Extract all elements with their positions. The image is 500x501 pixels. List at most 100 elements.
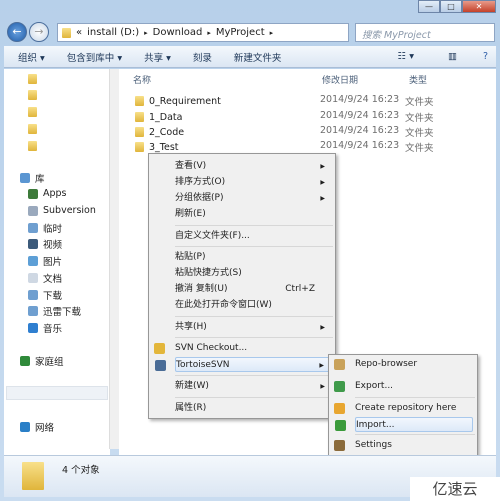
breadcrumb-download[interactable]: Download — [153, 27, 203, 38]
nav-item[interactable]: 下载 — [28, 288, 62, 302]
view-icon[interactable]: ☷ ▾ — [398, 51, 414, 62]
watermark: 亿速云 — [410, 477, 500, 501]
menu-item[interactable]: Import... — [335, 417, 473, 432]
breadcrumb-separator[interactable]: ▸ — [270, 29, 274, 37]
menu-separator — [175, 397, 333, 398]
folder-icon[interactable] — [28, 124, 37, 134]
nav-item[interactable]: 文档 — [28, 271, 62, 285]
folder-icon[interactable] — [28, 74, 37, 84]
nav-item[interactable]: Apps — [28, 188, 67, 199]
minimize-button[interactable]: — — [418, 0, 440, 13]
nav-item[interactable]: 家庭组 — [20, 354, 64, 368]
burn-button[interactable]: 刻录 — [193, 50, 212, 64]
preview-pane-icon[interactable]: ▥ — [448, 51, 457, 62]
back-button[interactable]: ← — [7, 22, 27, 42]
menu-item-label: 新建(W) — [175, 381, 209, 391]
organize-button[interactable]: 组织 ▾ — [18, 50, 45, 64]
menu-item[interactable]: 共享(H) ▶ — [175, 320, 331, 335]
folder-icon — [135, 127, 144, 137]
file-type: 文件夹 — [405, 113, 434, 124]
menu-item-icon — [154, 343, 165, 354]
nav-icon — [28, 306, 38, 316]
search-input[interactable]: 搜索 MyProject — [355, 23, 495, 42]
menu-item[interactable]: Settings — [334, 438, 473, 453]
menu-item[interactable]: 在此处打开命令窗口(W) — [175, 298, 331, 313]
nav-icon — [20, 173, 30, 183]
nav-item[interactable]: 网络 — [20, 420, 54, 434]
breadcrumb-separator[interactable]: ▸ — [207, 29, 211, 37]
menu-item-label: 自定义文件夹(F)... — [175, 231, 250, 241]
nav-label: 库 — [35, 174, 45, 185]
nav-item[interactable]: 音乐 — [28, 321, 62, 335]
folder-icon — [135, 142, 144, 152]
nav-icon — [28, 290, 38, 300]
help-icon[interactable]: ? — [483, 51, 488, 62]
file-name: 0_Requirement — [149, 95, 221, 107]
nav-item[interactable]: Subversion — [28, 205, 96, 216]
menu-item[interactable]: 撤消 复制(U) Ctrl+Z — [175, 282, 331, 297]
nav-label: 网络 — [35, 423, 55, 434]
include-library-button[interactable]: 包含到库中 ▾ — [67, 50, 122, 64]
address-bar[interactable]: « install (D:) ▸ Download ▸ MyProject ▸ — [57, 23, 349, 42]
forward-button[interactable]: → — [29, 22, 49, 42]
close-button[interactable]: ✕ — [462, 0, 496, 13]
menu-item[interactable]: 分组依据(P) ▶ — [175, 191, 331, 206]
folder-icon[interactable] — [28, 90, 37, 100]
menu-item-label: 分组依据(P) — [175, 193, 224, 203]
nav-item[interactable]: 库 — [20, 171, 45, 185]
nav-item[interactable]: 迅雷下载 — [28, 304, 81, 318]
nav-scrollbar[interactable] — [109, 69, 119, 449]
menu-item[interactable]: SVN Checkout... — [154, 341, 331, 356]
menu-item[interactable]: 刷新(E) — [175, 207, 331, 222]
nav-label: Subversion — [43, 205, 96, 216]
share-button[interactable]: 共享 ▾ — [144, 50, 171, 64]
menu-item-label: 在此处打开命令窗口(W) — [175, 300, 272, 310]
file-row[interactable]: 2_Code 2014/9/24 16:23 文件夹 — [135, 125, 485, 139]
menu-item-label: 共享(H) — [175, 322, 207, 332]
maximize-button[interactable]: □ — [440, 0, 462, 13]
file-row[interactable]: 0_Requirement 2014/9/24 16:23 文件夹 — [135, 94, 485, 108]
menu-item-label: Repo-browser — [355, 359, 418, 369]
nav-item[interactable]: 临时 — [28, 221, 62, 235]
menu-item[interactable]: Repo-browser — [334, 357, 473, 372]
menu-item[interactable]: Export... — [334, 379, 473, 394]
nav-icon — [28, 323, 38, 333]
menu-separator — [175, 225, 333, 226]
new-folder-button[interactable]: 新建文件夹 — [234, 50, 282, 64]
nav-item[interactable]: 视频 — [28, 237, 62, 251]
nav-label: 下载 — [43, 291, 63, 302]
menu-item[interactable]: 新建(W) ▶ — [175, 379, 331, 394]
file-name: 3_Test — [149, 141, 179, 153]
menu-item[interactable]: 排序方式(O) ▶ — [175, 175, 331, 190]
menu-item-label: 属性(R) — [175, 403, 207, 413]
menu-item[interactable]: 属性(R) — [175, 401, 331, 416]
nav-label: Apps — [43, 188, 67, 199]
submenu-arrow-icon: ▶ — [320, 383, 325, 390]
menu-separator — [175, 337, 333, 338]
menu-item[interactable]: 粘贴(P) — [175, 250, 331, 265]
menu-separator — [175, 375, 333, 376]
nav-icon — [28, 223, 38, 233]
menu-item[interactable]: 粘贴快捷方式(S) — [175, 266, 331, 281]
menu-item[interactable]: Create repository here — [334, 401, 473, 416]
menu-separator — [175, 246, 333, 247]
menu-item[interactable]: TortoiseSVN ▶ — [155, 357, 331, 372]
nav-label: 图片 — [43, 257, 63, 268]
menu-item[interactable]: 查看(V) ▶ — [175, 159, 331, 174]
nav-item[interactable]: 图片 — [28, 254, 62, 268]
menu-item[interactable]: 自定义文件夹(F)... — [175, 229, 331, 244]
submenu-arrow-icon: ▶ — [320, 179, 325, 186]
file-row[interactable]: 3_Test 2014/9/24 16:23 文件夹 — [135, 140, 485, 154]
breadcrumb-myproject[interactable]: MyProject — [216, 27, 265, 38]
menu-item-label: Create repository here — [355, 403, 457, 413]
column-name[interactable]: 名称 — [133, 73, 151, 86]
file-date: 2014/9/24 16:23 — [320, 94, 400, 105]
breadcrumb-separator[interactable]: ▸ — [144, 29, 148, 37]
breadcrumb-drive[interactable]: install (D:) — [87, 27, 139, 38]
column-type[interactable]: 类型 — [409, 73, 427, 86]
column-date[interactable]: 修改日期 — [322, 73, 358, 86]
file-row[interactable]: 1_Data 2014/9/24 16:23 文件夹 — [135, 110, 485, 124]
nav-label: 迅雷下载 — [43, 307, 82, 318]
folder-icon[interactable] — [28, 141, 37, 151]
folder-icon[interactable] — [28, 107, 37, 117]
